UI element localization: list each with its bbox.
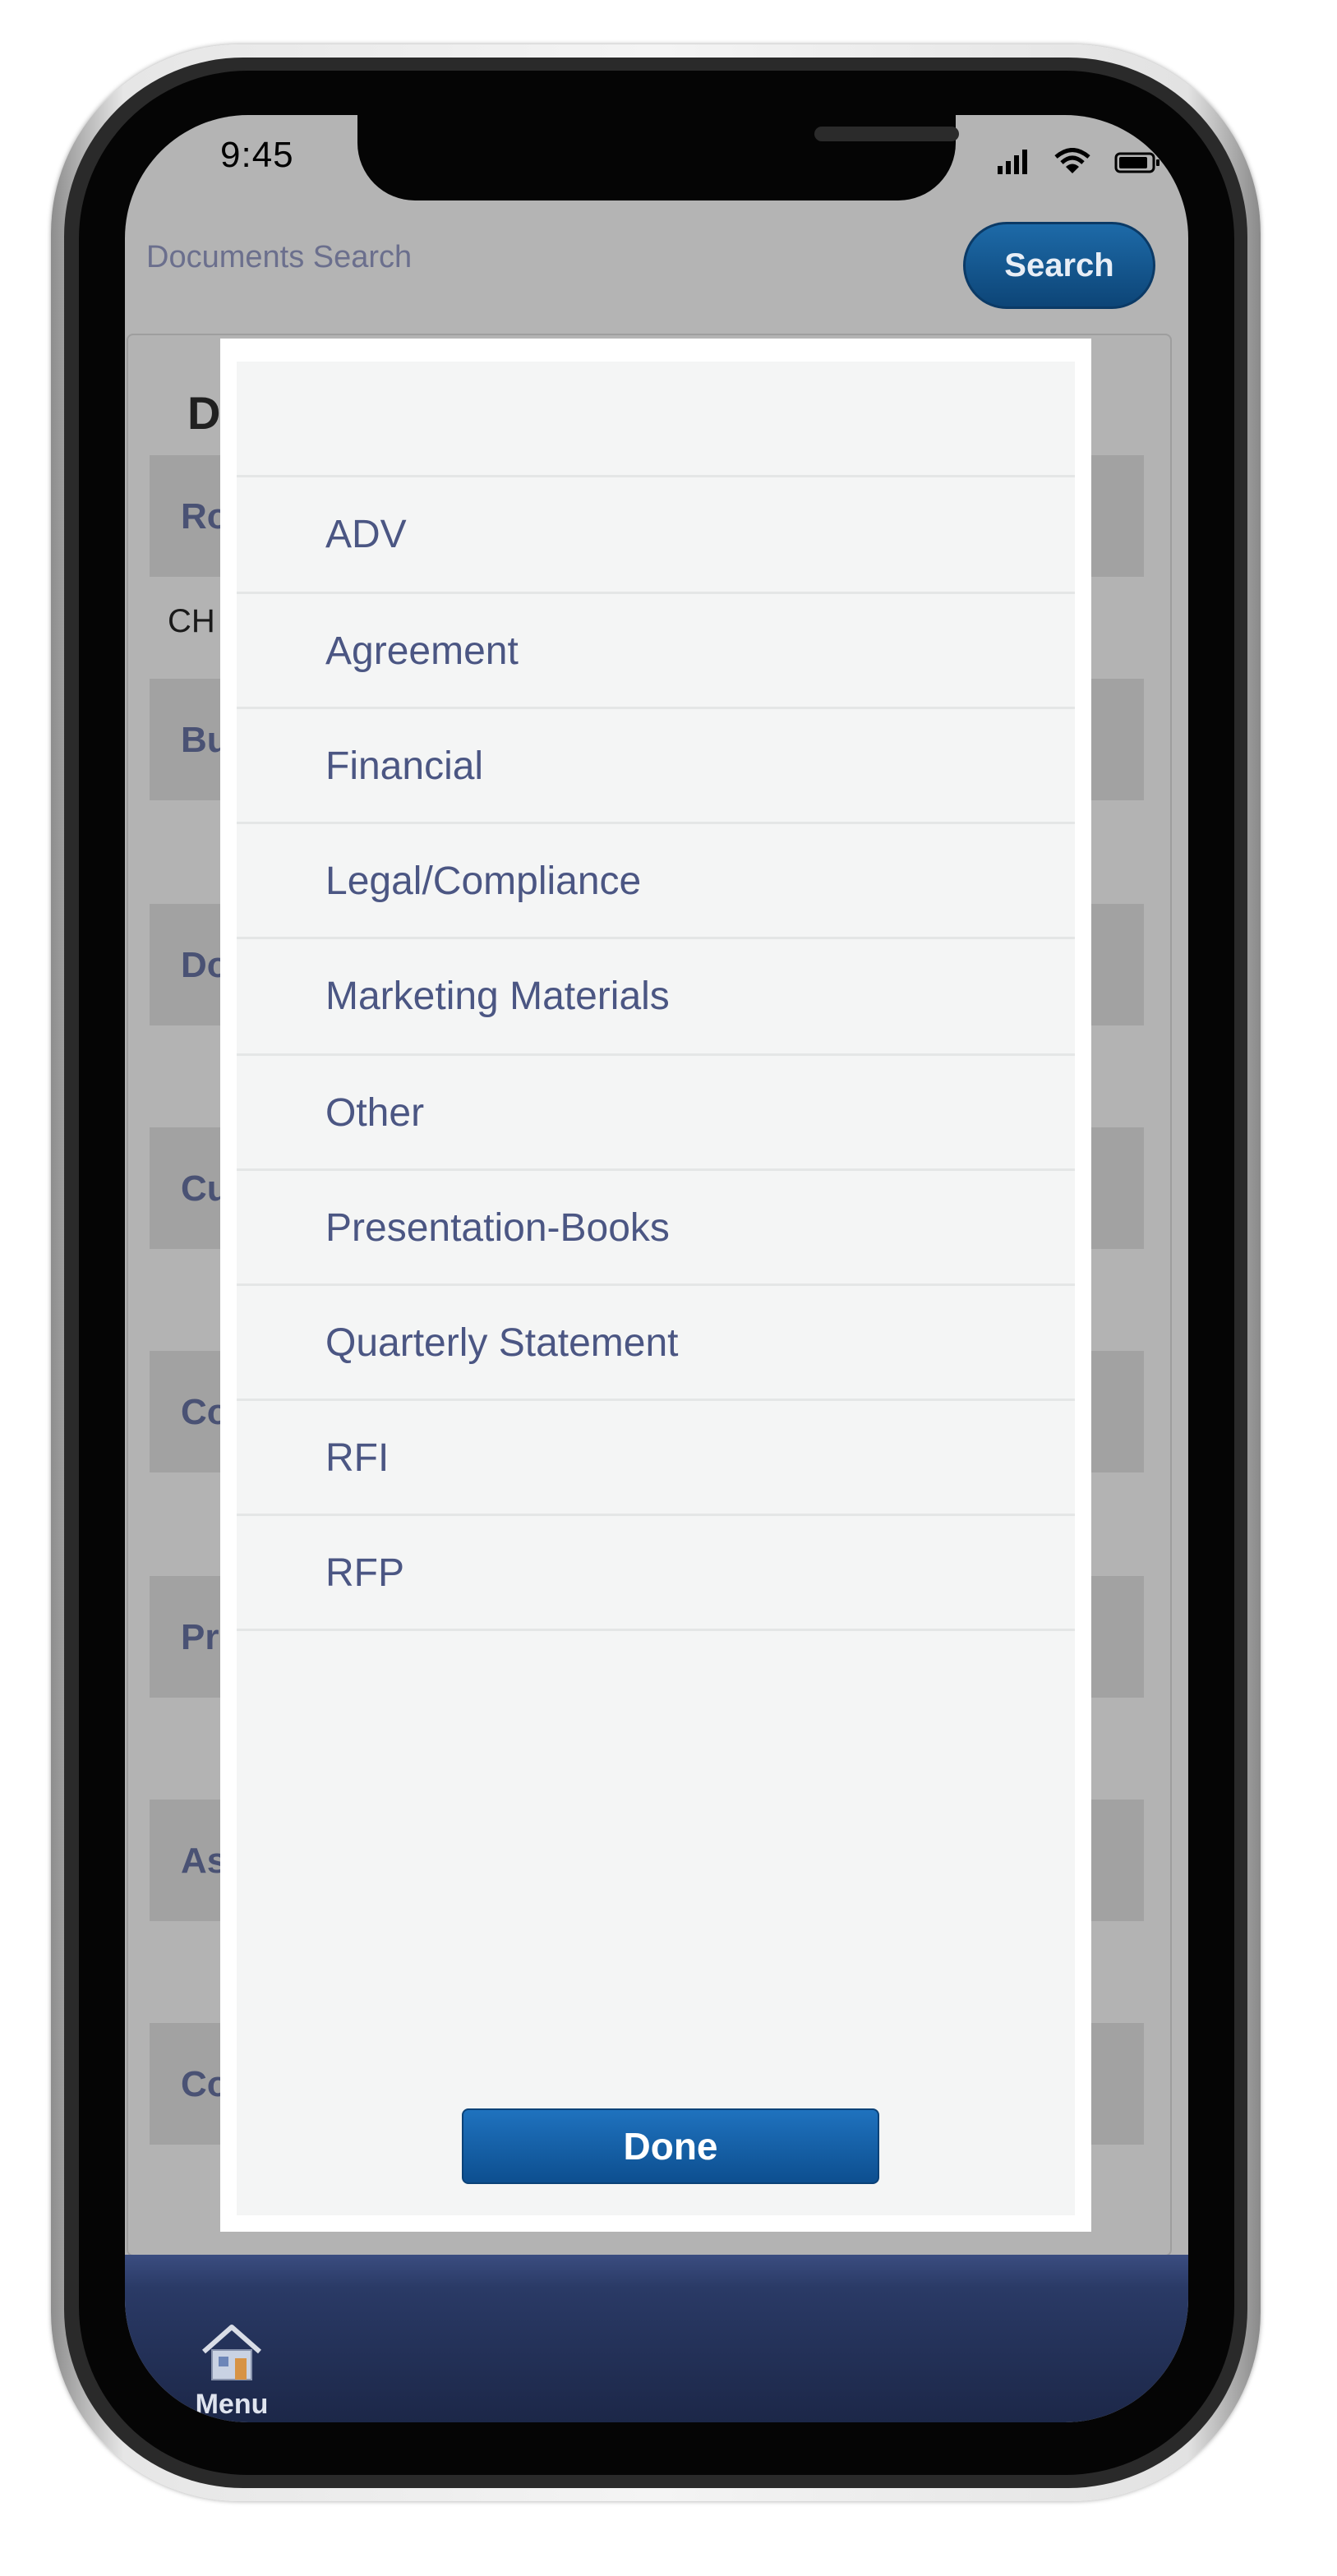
picker-option-label: Other — [325, 1091, 425, 1135]
picker-option-rfp[interactable]: RFP — [237, 1514, 1075, 1629]
cellular-signal-icon — [998, 150, 1027, 174]
speaker-grille — [814, 127, 959, 141]
page-title: Documents Search — [146, 240, 413, 274]
search-button[interactable]: Search — [963, 222, 1155, 309]
picker-option-label: RFP — [325, 1551, 404, 1595]
picker-option-label: Agreement — [325, 629, 519, 673]
notch — [357, 115, 959, 200]
picker-option-label: RFI — [325, 1436, 390, 1480]
status-icons — [998, 148, 1160, 174]
menu-label: Menu — [195, 2389, 269, 2420]
picker-option-quarterly-statement[interactable]: Quarterly Statement — [237, 1283, 1075, 1399]
picker-option-adv[interactable]: ADV — [237, 475, 1075, 590]
picker-list: ADV Agreement Financial Legal/Compliance… — [237, 362, 1075, 2215]
home-icon — [202, 2325, 261, 2380]
form-row-value: CH — [168, 603, 215, 639]
picker-option-label: ADV — [325, 513, 407, 556]
picker-option-label: Presentation-Books — [325, 1206, 670, 1250]
picker-option-label: Quarterly Statement — [325, 1321, 679, 1365]
divider — [237, 1629, 1075, 1631]
status-time: 9:45 — [220, 135, 294, 175]
done-button[interactable]: Done — [462, 2108, 879, 2184]
picker-option-label: Marketing Materials — [325, 975, 670, 1018]
picker-option-marketing-materials[interactable]: Marketing Materials — [237, 937, 1075, 1052]
picker-option-presentation-books[interactable]: Presentation-Books — [237, 1168, 1075, 1283]
picker-option-financial[interactable]: Financial — [237, 707, 1075, 822]
bottom-toolbar — [125, 2255, 1188, 2422]
picker-option-other[interactable]: Other — [237, 1053, 1075, 1168]
wifi-icon — [1054, 148, 1090, 173]
picker-option-legal-compliance[interactable]: Legal/Compliance — [237, 822, 1075, 937]
form-row-label: Pr — [181, 1617, 219, 1657]
picker-option-label: Legal/Compliance — [325, 859, 642, 903]
picker-option-rfi[interactable]: RFI — [237, 1399, 1075, 1514]
picker-option-label: Financial — [325, 744, 484, 788]
form-heading: D — [187, 387, 221, 439]
phone-screen: 9:45 Documents Search Search D Ro CH Bu … — [125, 115, 1188, 2422]
battery-icon — [1114, 152, 1160, 173]
menu-button[interactable]: Menu — [182, 2322, 281, 2421]
document-type-picker: ADV Agreement Financial Legal/Compliance… — [220, 339, 1091, 2232]
picker-option-agreement[interactable]: Agreement — [237, 592, 1075, 707]
